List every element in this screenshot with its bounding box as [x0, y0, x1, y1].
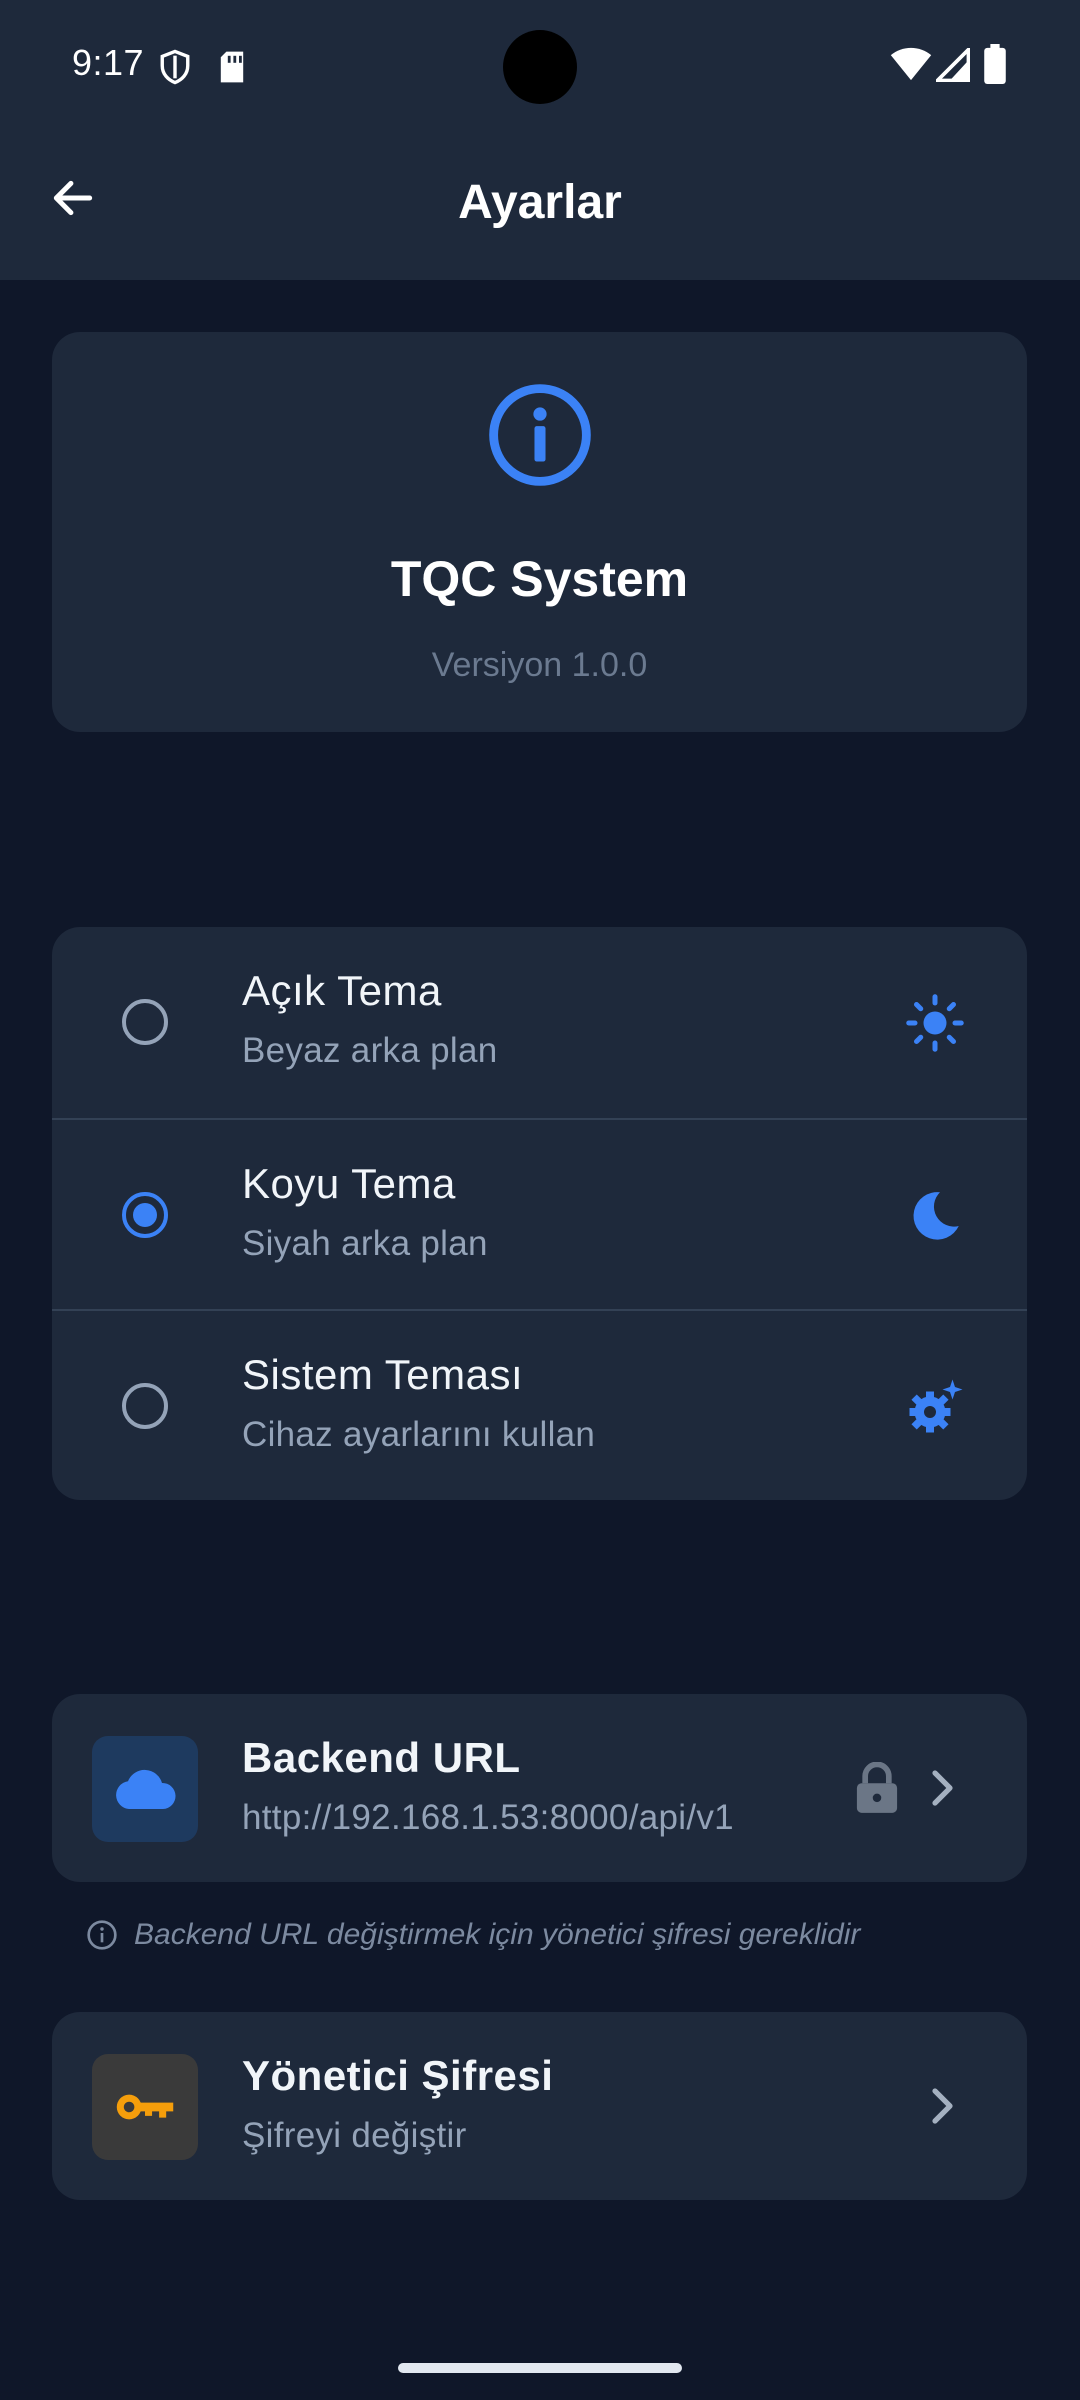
- key-icon-box: [92, 2054, 198, 2160]
- theme-title: Açık Tema: [242, 967, 442, 1014]
- wifi-icon: [890, 47, 932, 81]
- chevron-right-icon: [932, 1770, 953, 1806]
- backend-url-title: Backend URL: [242, 1734, 521, 1781]
- settings-screen: 9:17 Ayarlar TQC System Versiyon 1.0.0 A…: [0, 0, 1080, 2400]
- backend-url-hint: Backend URL değiştirmek için yönetici şi…: [86, 1918, 860, 1952]
- backend-url-value: http://192.168.1.53:8000/api/v1: [242, 1798, 734, 1837]
- cloud-icon-box: [92, 1736, 198, 1842]
- cellular-signal-icon: [936, 48, 970, 82]
- theme-options-card: Açık Tema Beyaz arka plan Koyu Tema Siya…: [52, 927, 1027, 1500]
- radio-dark[interactable]: [122, 1192, 168, 1238]
- home-indicator[interactable]: [398, 2363, 682, 2373]
- hint-text: Backend URL değiştirmek için yönetici şi…: [134, 1918, 861, 1951]
- chevron-right-icon: [932, 2088, 953, 2124]
- sun-icon: [906, 994, 964, 1052]
- app-bar: Ayarlar: [0, 135, 1080, 280]
- backend-url-card[interactable]: Backend URL http://192.168.1.53:8000/api…: [52, 1694, 1027, 1882]
- admin-password-card[interactable]: Yönetici Şifresi Şifreyi değiştir: [52, 2012, 1027, 2200]
- moon-icon: [913, 1192, 959, 1240]
- app-version: Versiyon 1.0.0: [431, 646, 648, 684]
- cloud-icon: [116, 1769, 176, 1809]
- radio-light[interactable]: [122, 999, 168, 1045]
- theme-title: Sistem Teması: [242, 1351, 524, 1398]
- status-time: 9:17: [72, 42, 145, 83]
- info-icon: [489, 384, 591, 486]
- sd-card-icon: [220, 51, 244, 83]
- camera-cutout: [503, 30, 577, 104]
- theme-subtitle: Beyaz arka plan: [242, 1031, 498, 1070]
- shield-icon: [160, 49, 190, 85]
- theme-option-dark[interactable]: Koyu Tema Siyah arka plan: [52, 1118, 1027, 1309]
- settings-gear-icon: [909, 1379, 963, 1433]
- key-icon: [116, 2094, 174, 2120]
- info-outline-icon: [87, 1920, 117, 1950]
- theme-option-system[interactable]: Sistem Teması Cihaz ayarlarını kullan: [52, 1309, 1027, 1500]
- theme-title: Koyu Tema: [242, 1160, 456, 1207]
- admin-password-subtitle: Şifreyi değiştir: [242, 2116, 467, 2155]
- theme-option-light[interactable]: Açık Tema Beyaz arka plan: [52, 927, 1027, 1118]
- radio-system[interactable]: [122, 1383, 168, 1429]
- theme-subtitle: Cihaz ayarlarını kullan: [242, 1415, 596, 1454]
- status-bar: 9:17: [0, 0, 1080, 135]
- admin-password-title: Yönetici Şifresi: [242, 2052, 554, 2099]
- lock-icon: [856, 1762, 898, 1813]
- page-title: Ayarlar: [458, 176, 622, 229]
- battery-icon: [984, 44, 1006, 84]
- app-info-card: TQC System Versiyon 1.0.0: [52, 332, 1027, 732]
- theme-subtitle: Siyah arka plan: [242, 1224, 488, 1263]
- app-name: TQC System: [390, 551, 689, 607]
